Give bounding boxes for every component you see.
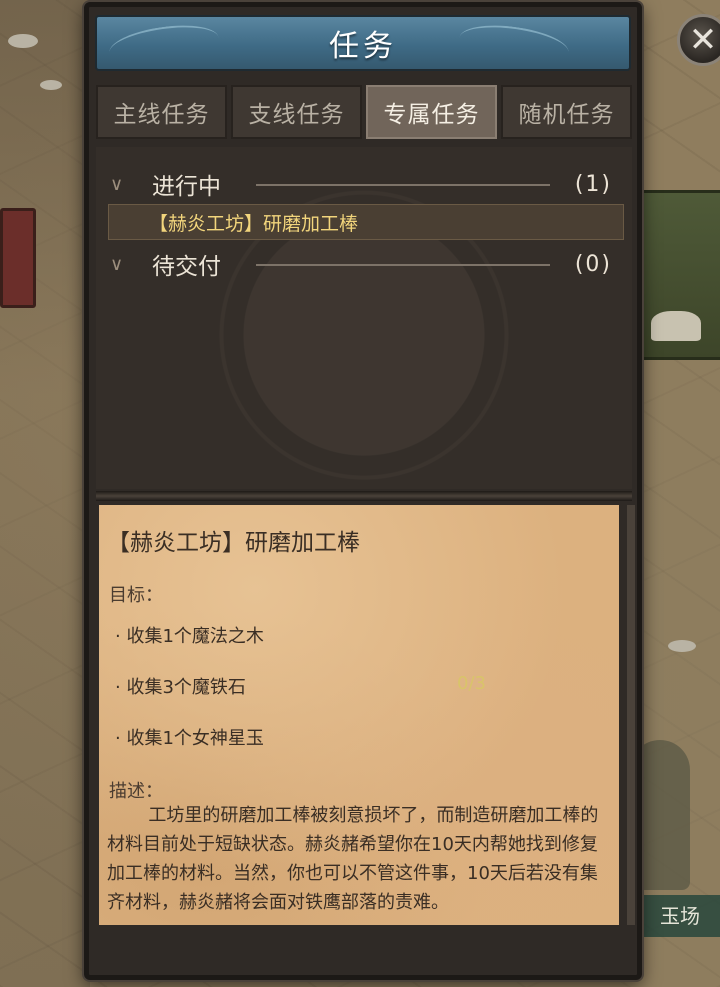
objective-item: · 收集1个魔法之木 xyxy=(115,626,264,647)
group-label: 待交付 xyxy=(152,254,221,280)
tab-label: 专属任务 xyxy=(383,102,480,128)
location-sign[interactable]: 玉场 xyxy=(640,895,720,937)
group-count: (1) xyxy=(574,171,612,197)
tab-label: 主线任务 xyxy=(113,102,210,128)
chevron-down-icon: ∨ xyxy=(110,253,124,275)
background-rock xyxy=(668,640,696,652)
quest-panel: 任务 主线任务 支线任务 专属任务 随机任务 ∨ 进行中 (1) 【赫炎工坊】研… xyxy=(84,2,720,980)
background-crate xyxy=(0,208,36,308)
quest-detail: 【赫炎工坊】研磨加工棒 目标： · 收集1个魔法之木 · 收集3个魔铁石 0/3… xyxy=(99,505,619,925)
group-to-deliver[interactable]: ∨ 待交付 (0) xyxy=(96,245,632,283)
tab-exclusive-quest[interactable]: 专属任务 xyxy=(366,85,497,139)
detail-title: 【赫炎工坊】研磨加工棒 xyxy=(107,530,360,556)
title-bar: 任务 xyxy=(95,15,631,71)
quest-list: ∨ 进行中 (1) 【赫炎工坊】研磨加工棒 ∨ 待交付 (0) xyxy=(96,147,632,489)
tab-side-quest[interactable]: 支线任务 xyxy=(231,85,362,139)
tab-main-quest[interactable]: 主线任务 xyxy=(96,85,227,139)
tab-label: 支线任务 xyxy=(248,102,345,128)
ornament-right xyxy=(457,19,571,71)
divider-line xyxy=(256,184,550,186)
quest-tabs: 主线任务 支线任务 专属任务 随机任务 xyxy=(96,85,632,139)
quest-list-item[interactable]: 【赫炎工坊】研磨加工棒 xyxy=(108,204,624,240)
background-rock xyxy=(8,34,38,48)
objective-item: · 收集3个魔铁石 xyxy=(115,677,246,698)
quest-item-title: 【赫炎工坊】研磨加工棒 xyxy=(149,212,359,235)
description-text: 工坊里的研磨加工棒被刻意损坏了，而制造研磨加工棒的材料目前处于短缺状态。赫炎赭希… xyxy=(107,805,599,913)
ornament-left xyxy=(107,19,221,71)
chevron-down-icon: ∨ xyxy=(110,173,124,195)
background-shadow xyxy=(0,0,90,987)
panel-title: 任务 xyxy=(329,29,397,64)
detail-scrollbar[interactable] xyxy=(627,505,635,925)
divider-line xyxy=(256,264,550,266)
group-count: (0) xyxy=(574,251,612,277)
group-label: 进行中 xyxy=(152,174,221,200)
close-icon: ✕ xyxy=(688,20,718,60)
background-rock xyxy=(40,80,62,90)
tab-random-quest[interactable]: 随机任务 xyxy=(501,85,632,139)
close-button[interactable]: ✕ xyxy=(677,14,720,66)
panel-footer xyxy=(96,927,632,975)
objectives-label: 目标： xyxy=(109,585,163,606)
section-divider xyxy=(96,491,632,501)
description-label: 描述： xyxy=(109,781,163,802)
tab-label: 随机任务 xyxy=(518,102,615,128)
objective-progress: 0/3 xyxy=(457,673,486,694)
objective-item: · 收集1个女神星玉 xyxy=(115,728,264,749)
group-in-progress[interactable]: ∨ 进行中 (1) xyxy=(96,165,632,203)
background-tent xyxy=(640,190,720,360)
